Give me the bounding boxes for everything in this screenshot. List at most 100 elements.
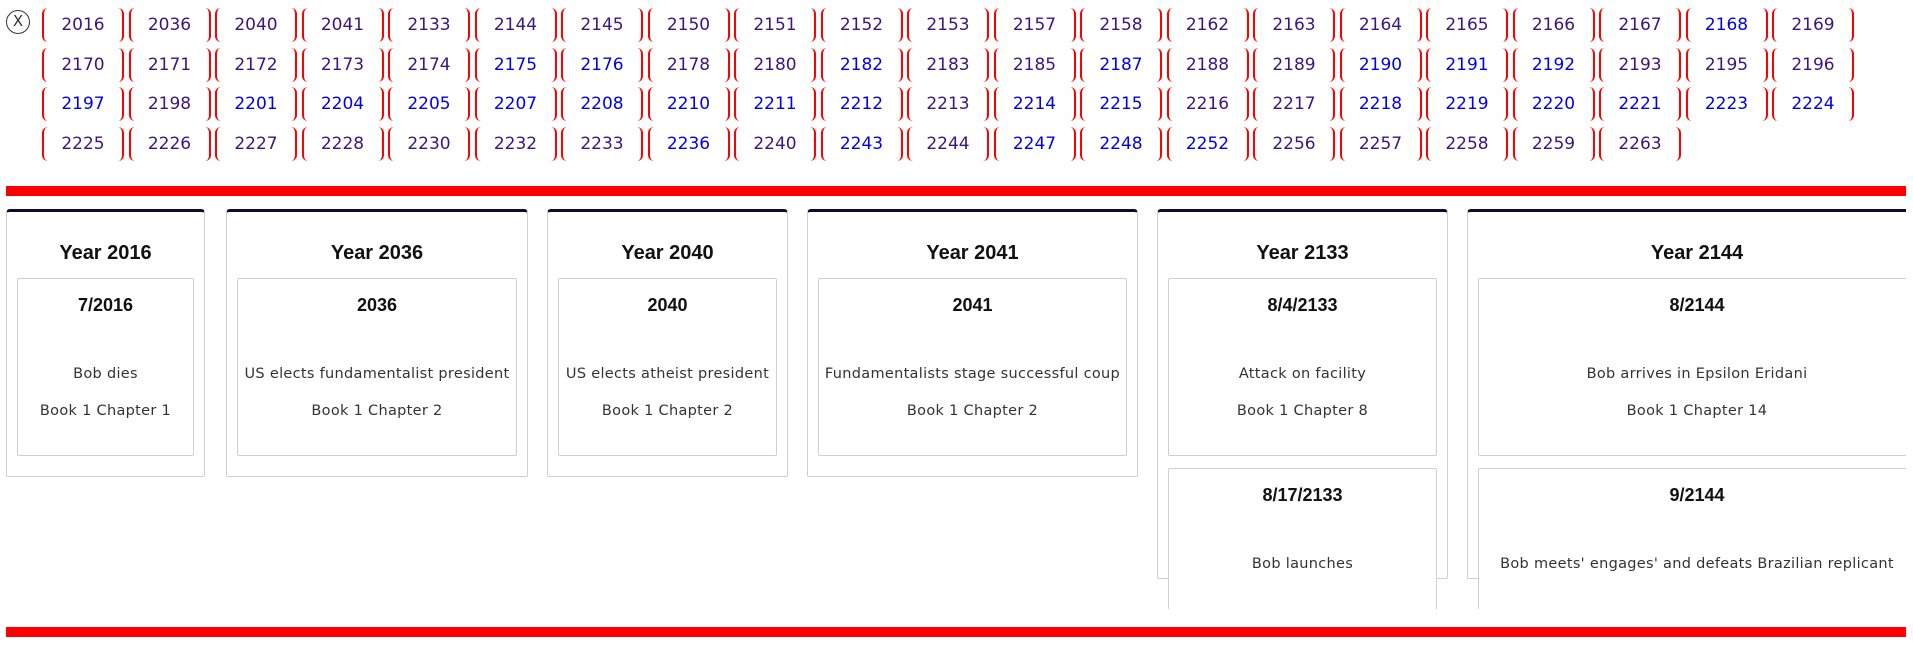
year-link[interactable]: 2217 [1253,87,1335,121]
year-link[interactable]: 2182 [820,47,903,82]
year-link[interactable]: 2153 [907,8,989,42]
year-link[interactable]: 2208 [561,87,643,121]
year-link[interactable]: 2133 [388,8,470,42]
year-link[interactable]: 2173 [301,47,384,82]
year-heading: Year 2036 [330,242,424,264]
year-link[interactable]: 2257 [1339,126,1422,161]
year-link[interactable]: 2228 [301,126,384,161]
year-link[interactable]: 2175 [474,47,557,82]
year-link[interactable]: 2201 [215,87,297,121]
year-link[interactable]: 2252 [1166,126,1249,161]
year-link[interactable]: 2233 [561,126,643,161]
year-link[interactable]: 2016 [42,8,124,42]
event-description: Bob arrives in Epsilon Eridani [1586,366,1808,382]
year-link[interactable]: 2223 [1685,87,1768,121]
year-link[interactable]: 2174 [388,47,470,82]
event-card: 2041 Fundamentalists stage successful cou… [818,278,1127,456]
year-link[interactable]: 2157 [993,8,1076,42]
year-link[interactable]: 2248 [1080,126,1162,161]
year-link[interactable]: 2158 [1080,8,1162,42]
year-link[interactable]: 2152 [820,8,903,42]
year-link[interactable]: 2220 [1512,87,1595,121]
year-link[interactable]: 2218 [1339,87,1422,121]
year-link[interactable]: 2162 [1166,8,1249,42]
event-card: 2040 US elects atheist president Book 1 Ch… [558,278,777,456]
year-link[interactable]: 2191 [1426,47,1508,82]
year-link[interactable]: 2258 [1426,126,1508,161]
year-link[interactable]: 2196 [1772,47,1854,82]
event-card: 7/2016 Bob dies Book 1 Chapter 1 [17,278,194,456]
year-link[interactable]: 2163 [1253,8,1335,42]
year-link[interactable]: 2256 [1253,126,1335,161]
year-link[interactable]: 2205 [388,87,470,121]
year-link[interactable]: 2165 [1426,8,1508,42]
year-link[interactable]: 2236 [647,126,730,161]
event-description: Bob meets' engages' and defeats Brazilia… [1500,556,1894,572]
year-link[interactable]: 2204 [301,87,384,121]
year-link[interactable]: 2221 [1599,87,1681,121]
year-heading: Year 2144 [1650,242,1744,264]
year-link[interactable]: 2213 [907,87,989,121]
event-date: 2041 [952,295,993,315]
year-heading: Year 2040 [621,242,714,264]
year-link[interactable]: 2190 [1339,47,1422,82]
year-link[interactable]: 2207 [474,87,557,121]
year-link[interactable]: 2172 [215,47,297,82]
event-reference: Book 1 Chapter 14 [1626,403,1768,419]
year-link[interactable]: 2176 [561,47,643,82]
year-link[interactable]: 2212 [820,87,903,121]
year-link[interactable]: 2040 [215,8,297,42]
event-reference: Book 1 Chapter 8 [1236,403,1369,419]
year-link[interactable]: 2226 [128,126,211,161]
year-link[interactable]: 2185 [993,47,1076,82]
year-link[interactable]: 2171 [128,47,211,82]
year-column: Year 2133 8/4/2133 Attack on facility Book … [1157,209,1448,609]
year-link[interactable]: 2210 [647,87,730,121]
year-link[interactable]: 2211 [734,87,816,121]
year-link[interactable]: 2166 [1512,8,1595,42]
year-link[interactable]: 2178 [647,47,730,82]
close-button[interactable]: X [6,10,30,34]
year-link[interactable]: 2187 [1080,47,1162,82]
year-link[interactable]: 2244 [907,126,989,161]
year-link[interactable]: 2219 [1426,87,1508,121]
year-link[interactable]: 2168 [1685,8,1768,42]
year-link[interactable]: 2197 [42,87,124,121]
year-link[interactable]: 2225 [42,126,124,161]
year-link[interactable]: 2224 [1772,87,1854,121]
year-link[interactable]: 2180 [734,47,816,82]
year-link[interactable]: 2216 [1166,87,1249,121]
year-link[interactable]: 2214 [993,87,1076,121]
event-card: 2036 US elects fundamentalist president Bo… [237,278,517,456]
year-link[interactable]: 2150 [647,8,730,42]
year-link[interactable]: 2145 [561,8,643,42]
year-link[interactable]: 2198 [128,87,211,121]
year-link[interactable]: 2188 [1166,47,1249,82]
year-link[interactable]: 2170 [42,47,124,82]
year-link[interactable]: 2195 [1685,47,1768,82]
year-heading: Year 2041 [926,242,1019,264]
year-link[interactable]: 2232 [474,126,557,161]
year-link[interactable]: 2243 [820,126,903,161]
year-link[interactable]: 2247 [993,126,1076,161]
year-column: Year 2036 2036 US elects fundamentalist pr… [226,209,528,477]
year-link[interactable]: 2240 [734,126,816,161]
year-heading: Year 2133 [1256,242,1349,264]
year-link[interactable]: 2151 [734,8,816,42]
year-link[interactable]: 2164 [1339,8,1422,42]
year-link[interactable]: 2144 [474,8,557,42]
year-link[interactable]: 2183 [907,47,989,82]
year-link[interactable]: 2263 [1599,126,1681,161]
year-link[interactable]: 2230 [388,126,470,161]
year-link[interactable]: 2189 [1253,47,1335,82]
year-link[interactable]: 2036 [128,8,211,42]
year-link[interactable]: 2167 [1599,8,1681,42]
event-date: 8/2144 [1669,295,1725,315]
year-link[interactable]: 2227 [215,126,297,161]
year-link[interactable]: 2259 [1512,126,1595,161]
year-link[interactable]: 2169 [1772,8,1854,42]
year-link[interactable]: 2192 [1512,47,1595,82]
year-link[interactable]: 2215 [1080,87,1162,121]
year-link[interactable]: 2193 [1599,47,1681,82]
year-link[interactable]: 2041 [301,8,384,42]
